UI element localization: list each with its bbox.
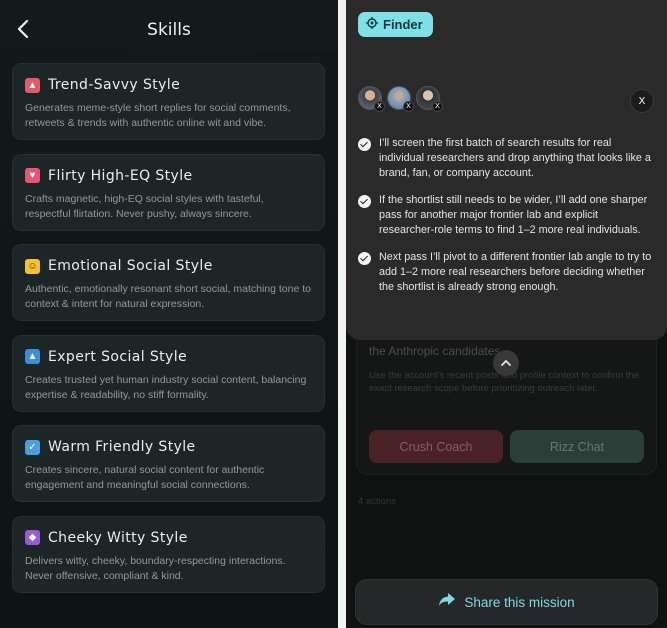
skill-card-flirty[interactable]: ♥ Flirty High-EQ Style Crafts magnetic, …: [12, 153, 325, 231]
skill-title: Flirty High-EQ Style: [48, 167, 193, 184]
plan-step: If the shortlist still needs to be wider…: [358, 193, 656, 238]
skill-title: Warm Friendly Style: [48, 439, 196, 455]
candidate-avatars: X X X: [358, 86, 445, 112]
thumbs-up-icon: ✓: [25, 439, 40, 455]
skill-list: ▲ Trend-Savvy Style Generates meme-style…: [12, 63, 325, 606]
plan-step: I’ll screen the first batch of search re…: [358, 136, 656, 181]
skills-header: Skills: [0, 14, 338, 44]
graduation-cap-icon: ▲: [25, 349, 40, 364]
skill-description: Creates sincere, natural social content …: [25, 464, 265, 491]
avatar[interactable]: X: [387, 86, 414, 112]
plan-steps: I’ll screen the first batch of search re…: [358, 136, 656, 307]
step-text: Next pass I’ll pivot to a different fron…: [379, 251, 652, 293]
skill-description: Creates trusted yet human industry socia…: [25, 373, 307, 401]
page-title: Skills: [147, 20, 191, 40]
skill-description: Crafts magnetic, high-EQ social styles w…: [25, 192, 264, 220]
skill-description: Authentic, emotionally resonant short so…: [25, 283, 311, 310]
panel-divider: [338, 0, 346, 628]
skill-title: Cheeky Witty Style: [48, 529, 188, 546]
megaphone-icon: ◆: [25, 530, 40, 545]
check-icon: [358, 195, 371, 208]
fire-icon: ▲: [25, 77, 40, 93]
x-logo-icon: X: [403, 101, 414, 112]
share-arrow-icon: [438, 592, 456, 612]
skill-description: Delivers witty, cheeky, boundary-respect…: [25, 554, 286, 582]
avatar[interactable]: X: [358, 86, 385, 112]
skill-card-cheeky-witty[interactable]: ◆ Cheeky Witty Style Delivers witty, che…: [12, 515, 325, 593]
collapse-chevron-up-icon[interactable]: [493, 350, 519, 376]
finder-popup: Finder X X X X I’ll screen the first bat…: [346, 0, 667, 340]
avatar[interactable]: X: [416, 86, 443, 112]
skill-description: Generates meme-style short replies for s…: [25, 102, 291, 129]
plan-step: Next pass I’ll pivot to a different fron…: [358, 250, 656, 295]
skill-card-expert[interactable]: ▲ Expert Social Style Creates trusted ye…: [12, 334, 325, 412]
finder-label: Finder: [383, 17, 423, 32]
skills-panel: Skills ▲ Trend-Savvy Style Generates mem…: [0, 0, 338, 628]
skill-card-warm-friendly[interactable]: ✓ Warm Friendly Style Creates sincere, n…: [12, 425, 325, 502]
step-text: I’ll screen the first batch of search re…: [379, 137, 651, 179]
share-label: Share this mission: [464, 594, 575, 610]
skill-title: Trend-Savvy Style: [48, 77, 181, 93]
x-logo-icon: X: [374, 101, 385, 112]
rizz-chat-button[interactable]: Rizz Chat: [510, 430, 644, 463]
heart-icon: ♥: [25, 168, 40, 183]
x-logo-icon: X: [432, 101, 443, 112]
background-text: the Anthropic candidates.: [369, 344, 504, 358]
skill-card-trend-savvy[interactable]: ▲ Trend-Savvy Style Generates meme-style…: [12, 63, 325, 140]
check-icon: [358, 252, 371, 265]
step-text: If the shortlist still needs to be wider…: [379, 194, 648, 236]
check-icon: [358, 138, 371, 151]
skill-title: Expert Social Style: [48, 348, 188, 365]
finder-tag[interactable]: Finder: [358, 12, 433, 37]
x-logo-icon[interactable]: X: [630, 89, 654, 113]
skill-title: Emotional Social Style: [48, 258, 213, 274]
actions-count: 4 actions: [358, 496, 397, 507]
mission-panel: the Anthropic candidates. Use the accoun…: [346, 0, 667, 628]
crush-coach-button[interactable]: Crush Coach: [369, 430, 503, 463]
smile-icon: ☺: [25, 258, 40, 274]
target-icon: [366, 16, 378, 34]
share-mission-button[interactable]: Share this mission: [355, 579, 658, 625]
skill-card-emotional[interactable]: ☺ Emotional Social Style Authentic, emot…: [12, 244, 325, 321]
